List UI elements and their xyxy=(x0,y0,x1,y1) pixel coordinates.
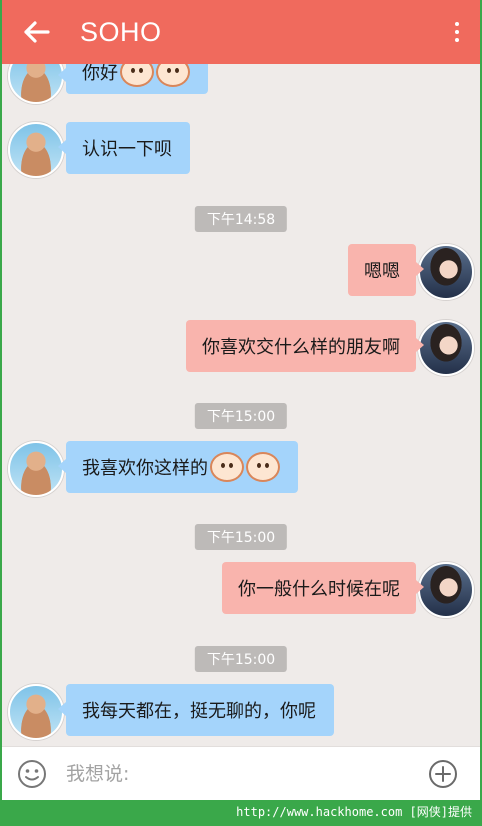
message-row: 你好 xyxy=(2,64,480,108)
add-attachment-button[interactable] xyxy=(428,759,458,789)
contact-avatar[interactable] xyxy=(8,64,64,104)
my-avatar[interactable] xyxy=(418,562,474,618)
site-watermark: http://www.hackhome.com [网侠]提供 xyxy=(236,805,472,819)
message-list[interactable]: 你好 认识一下呗 下午14:58 嗯嗯 你喜欢交什么样的朋友啊 下午15:00 … xyxy=(2,64,480,746)
contact-avatar[interactable] xyxy=(8,684,64,740)
message-text: 我每天都在，挺无聊的，你呢 xyxy=(82,701,316,722)
message-text: 我喜欢你这样的 xyxy=(82,458,208,479)
emoji-button[interactable] xyxy=(2,747,62,801)
message-text: 你一般什么时候在呢 xyxy=(238,579,400,600)
app-bar: SOHO xyxy=(2,0,480,64)
outgoing-message-bubble[interactable]: 你喜欢交什么样的朋友啊 xyxy=(186,320,424,372)
message-row: 我喜欢你这样的 xyxy=(2,441,480,501)
message-timestamp: 下午14:58 xyxy=(194,206,288,232)
message-row: 你一般什么时候在呢 xyxy=(2,562,480,622)
monkey-emoji-icon xyxy=(246,452,280,482)
more-options-button[interactable] xyxy=(452,20,462,44)
outgoing-message-bubble[interactable]: 你一般什么时候在呢 xyxy=(222,562,424,614)
message-text: 你好 xyxy=(82,64,118,84)
message-row: 认识一下呗 xyxy=(2,122,480,182)
message-timestamp: 下午15:00 xyxy=(194,403,288,429)
monkey-emoji-icon xyxy=(120,64,154,87)
message-timestamp: 下午15:00 xyxy=(194,524,288,550)
back-button[interactable] xyxy=(4,0,68,64)
incoming-message-bubble[interactable]: 你好 xyxy=(58,64,208,94)
monkey-emoji-icon xyxy=(210,452,244,482)
more-dot-icon xyxy=(455,38,459,42)
chat-screen: SOHO 你好 认识一下呗 下午14:58 嗯嗯 你喜欢交什么样的朋友啊 下午1… xyxy=(2,0,480,800)
message-row: 嗯嗯 xyxy=(2,244,480,304)
composer-bar xyxy=(2,746,480,800)
contact-avatar[interactable] xyxy=(8,441,64,497)
my-avatar[interactable] xyxy=(418,244,474,300)
message-text: 嗯嗯 xyxy=(364,261,400,282)
contact-avatar[interactable] xyxy=(8,122,64,178)
arrow-left-icon xyxy=(24,21,50,43)
outgoing-message-bubble[interactable]: 嗯嗯 xyxy=(348,244,424,296)
chat-title: SOHO xyxy=(80,16,162,47)
incoming-message-bubble[interactable]: 我喜欢你这样的 xyxy=(58,441,298,493)
more-dot-icon xyxy=(455,30,459,34)
my-avatar[interactable] xyxy=(418,320,474,376)
more-dot-icon xyxy=(455,22,459,26)
incoming-message-bubble[interactable]: 认识一下呗 xyxy=(58,122,190,174)
message-text: 认识一下呗 xyxy=(82,139,172,160)
message-row: 我每天都在，挺无聊的，你呢 xyxy=(2,684,480,744)
message-text: 你喜欢交什么样的朋友啊 xyxy=(202,337,400,358)
incoming-message-bubble[interactable]: 我每天都在，挺无聊的，你呢 xyxy=(58,684,334,736)
message-input[interactable] xyxy=(66,762,396,785)
monkey-emoji-icon xyxy=(156,64,190,87)
smiley-icon xyxy=(18,759,46,788)
message-row: 你喜欢交什么样的朋友啊 xyxy=(2,320,480,380)
message-timestamp: 下午15:00 xyxy=(194,646,288,672)
